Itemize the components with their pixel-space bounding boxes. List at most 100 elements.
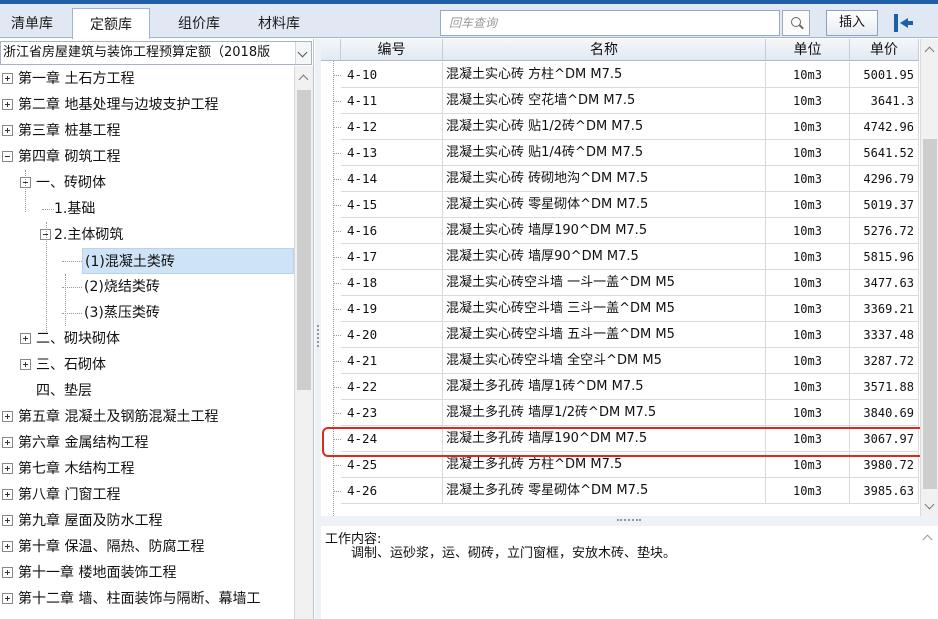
tree-scrollbar[interactable] — [294, 66, 313, 619]
horizontal-splitter[interactable] — [321, 516, 938, 526]
tab-zujia[interactable]: 组价库 — [160, 8, 238, 40]
expand-plus-icon[interactable] — [2, 411, 13, 422]
cell-price[interactable]: 4296.79 — [850, 166, 919, 192]
cell-unit[interactable]: 10m3 — [766, 478, 850, 504]
library-select[interactable]: 浙江省房屋建筑与装饰工程预算定额（2018版 — [0, 41, 312, 65]
col-header-unit[interactable]: 单位 — [766, 39, 850, 61]
tab-qingdan[interactable]: 清单库 — [0, 8, 64, 40]
table-row[interactable]: 4-22 混凝土多孔砖 墙厚1砖^DM M7.5 10m3 3571.88 — [321, 374, 919, 400]
cell-name[interactable]: 混凝土实心砖 零星砌体^DM M7.5 — [443, 192, 766, 218]
cell-unit[interactable]: 10m3 — [766, 140, 850, 166]
cell-name[interactable]: 混凝土实心砖 贴1/2砖^DM M7.5 — [443, 114, 766, 140]
cell-name[interactable]: 混凝土多孔砖 墙厚1砖^DM M7.5 — [443, 374, 766, 400]
scrollbar-thumb[interactable] — [923, 139, 937, 489]
scroll-down-icon[interactable] — [924, 499, 935, 510]
scroll-up-icon[interactable] — [298, 74, 309, 85]
cell-price[interactable]: 5276.72 — [850, 218, 919, 244]
cell-code[interactable]: 4-20 — [341, 322, 443, 348]
cell-unit[interactable]: 10m3 — [766, 426, 850, 452]
cell-name[interactable]: 混凝土实心砖 方柱^DM M7.5 — [443, 62, 766, 88]
expand-plus-icon[interactable] — [2, 73, 13, 84]
cell-name[interactable]: 混凝土实心砖空斗墙 一斗一盖^DM M5 — [443, 270, 766, 296]
cell-name[interactable]: 混凝土实心砖空斗墙 五斗一盖^DM M5 — [443, 322, 766, 348]
col-header-price[interactable]: 单价 — [850, 39, 919, 61]
expand-plus-icon[interactable] — [2, 125, 13, 136]
tree-item[interactable]: 一、砖砌体 — [36, 170, 106, 196]
cell-unit[interactable]: 10m3 — [766, 374, 850, 400]
expand-plus-icon[interactable] — [2, 567, 13, 578]
cell-name[interactable]: 混凝土实心砖空斗墙 全空斗^DM M5 — [443, 348, 766, 374]
table-row[interactable]: 4-17 混凝土实心砖 墙厚90^DM M7.5 10m3 5815.96 — [321, 244, 919, 270]
expand-plus-icon[interactable] — [2, 541, 13, 552]
tree-item[interactable]: (1)混凝土类砖 — [82, 248, 294, 274]
cell-price[interactable]: 3840.69 — [850, 400, 919, 426]
cell-price[interactable]: 3571.88 — [850, 374, 919, 400]
cell-code[interactable]: 4-19 — [341, 296, 443, 322]
cell-price[interactable]: 5019.37 — [850, 192, 919, 218]
cell-name[interactable]: 混凝土实心砖 空花墙^DM M7.5 — [443, 88, 766, 114]
cell-code[interactable]: 4-15 — [341, 192, 443, 218]
cell-price[interactable]: 3985.63 — [850, 478, 919, 504]
cell-unit[interactable]: 10m3 — [766, 348, 850, 374]
tree-item[interactable]: 第五章 混凝土及钢筋混凝土工程 — [18, 404, 218, 430]
cell-code[interactable]: 4-21 — [341, 348, 443, 374]
table-row[interactable]: 4-18 混凝土实心砖空斗墙 一斗一盖^DM M5 10m3 3477.63 — [321, 270, 919, 296]
search-button[interactable] — [782, 10, 810, 36]
tree-item[interactable]: 四、垫层 — [36, 378, 92, 404]
expand-plus-icon[interactable] — [2, 99, 13, 110]
table-row[interactable]: 4-19 混凝土实心砖空斗墙 三斗一盖^DM M5 10m3 3369.21 — [321, 296, 919, 322]
cell-price[interactable]: 3980.72 — [850, 452, 919, 478]
cell-unit[interactable]: 10m3 — [766, 296, 850, 322]
table-row[interactable]: 4-23 混凝土多孔砖 墙厚1/2砖^DM M7.5 10m3 3840.69 — [321, 400, 919, 426]
cell-name[interactable]: 混凝土实心砖空斗墙 三斗一盖^DM M5 — [443, 296, 766, 322]
tree-item[interactable]: 第一章 土石方工程 — [18, 66, 134, 92]
cell-price[interactable]: 3067.97 — [850, 426, 919, 452]
cell-code[interactable]: 4-24 — [341, 426, 443, 452]
table-row[interactable]: 4-12 混凝土实心砖 贴1/2砖^DM M7.5 10m3 4742.96 — [321, 114, 919, 140]
cell-name[interactable]: 混凝土实心砖 贴1/4砖^DM M7.5 — [443, 140, 766, 166]
insert-button[interactable]: 插入 — [826, 10, 878, 36]
cell-unit[interactable]: 10m3 — [766, 218, 850, 244]
cell-name[interactable]: 混凝土实心砖 墙厚90^DM M7.5 — [443, 244, 766, 270]
table-row[interactable]: 4-21 混凝土实心砖空斗墙 全空斗^DM M5 10m3 3287.72 — [321, 348, 919, 374]
cell-unit[interactable]: 10m3 — [766, 192, 850, 218]
tab-cailiao[interactable]: 材料库 — [240, 8, 318, 40]
table-row[interactable]: 4-16 混凝土实心砖 墙厚190^DM M7.5 10m3 5276.72 — [321, 218, 919, 244]
table-row[interactable]: 4-14 混凝土实心砖 砖砌地沟^DM M7.5 10m3 4296.79 — [321, 166, 919, 192]
cell-price[interactable]: 5815.96 — [850, 244, 919, 270]
collapse-minus-icon[interactable] — [2, 151, 13, 162]
cell-code[interactable]: 4-25 — [341, 452, 443, 478]
expand-plus-icon[interactable] — [2, 489, 13, 500]
cell-unit[interactable]: 10m3 — [766, 88, 850, 114]
scroll-up-icon[interactable] — [924, 46, 935, 57]
cell-price[interactable]: 4742.96 — [850, 114, 919, 140]
tree-item[interactable]: 第八章 门窗工程 — [18, 482, 120, 508]
col-header-name[interactable]: 名称 — [443, 39, 766, 61]
cell-unit[interactable]: 10m3 — [766, 166, 850, 192]
table-row[interactable]: 4-24 混凝土多孔砖 墙厚190^DM M7.5 10m3 3067.97 — [321, 426, 919, 452]
tree-item[interactable]: 第二章 地基处理与边坡支护工程 — [18, 92, 218, 118]
tree-item[interactable]: 三、石砌体 — [36, 352, 106, 378]
expand-plus-icon[interactable] — [20, 359, 31, 370]
cell-code[interactable]: 4-26 — [341, 478, 443, 504]
tree-item[interactable]: 第六章 金属结构工程 — [18, 430, 148, 456]
tree-item[interactable]: 二、砌块砌体 — [36, 326, 120, 352]
tree-item[interactable]: 第七章 木结构工程 — [18, 456, 134, 482]
tree-item[interactable]: 2.主体砌筑 — [54, 222, 123, 248]
tab-dinge[interactable]: 定额库 — [72, 8, 150, 40]
table-row[interactable]: 4-20 混凝土实心砖空斗墙 五斗一盖^DM M5 10m3 3337.48 — [321, 322, 919, 348]
tree-item[interactable]: (2)烧结类砖 — [84, 274, 160, 300]
cell-name[interactable]: 混凝土实心砖 砖砌地沟^DM M7.5 — [443, 166, 766, 192]
cell-price[interactable]: 5641.52 — [850, 140, 919, 166]
cell-code[interactable]: 4-17 — [341, 244, 443, 270]
tree-item[interactable]: 第四章 砌筑工程 — [18, 144, 120, 170]
insert-to-left-icon[interactable] — [888, 10, 916, 36]
table-row[interactable]: 4-13 混凝土实心砖 贴1/4砖^DM M7.5 10m3 5641.52 — [321, 140, 919, 166]
table-row[interactable]: 4-10 混凝土实心砖 方柱^DM M7.5 10m3 5001.95 — [321, 62, 919, 88]
cell-name[interactable]: 混凝土多孔砖 墙厚1/2砖^DM M7.5 — [443, 400, 766, 426]
expand-plus-icon[interactable] — [2, 593, 13, 604]
cell-code[interactable]: 4-13 — [341, 140, 443, 166]
cell-unit[interactable]: 10m3 — [766, 114, 850, 140]
cell-unit[interactable]: 10m3 — [766, 400, 850, 426]
search-input[interactable]: 回车查询 — [440, 10, 780, 36]
